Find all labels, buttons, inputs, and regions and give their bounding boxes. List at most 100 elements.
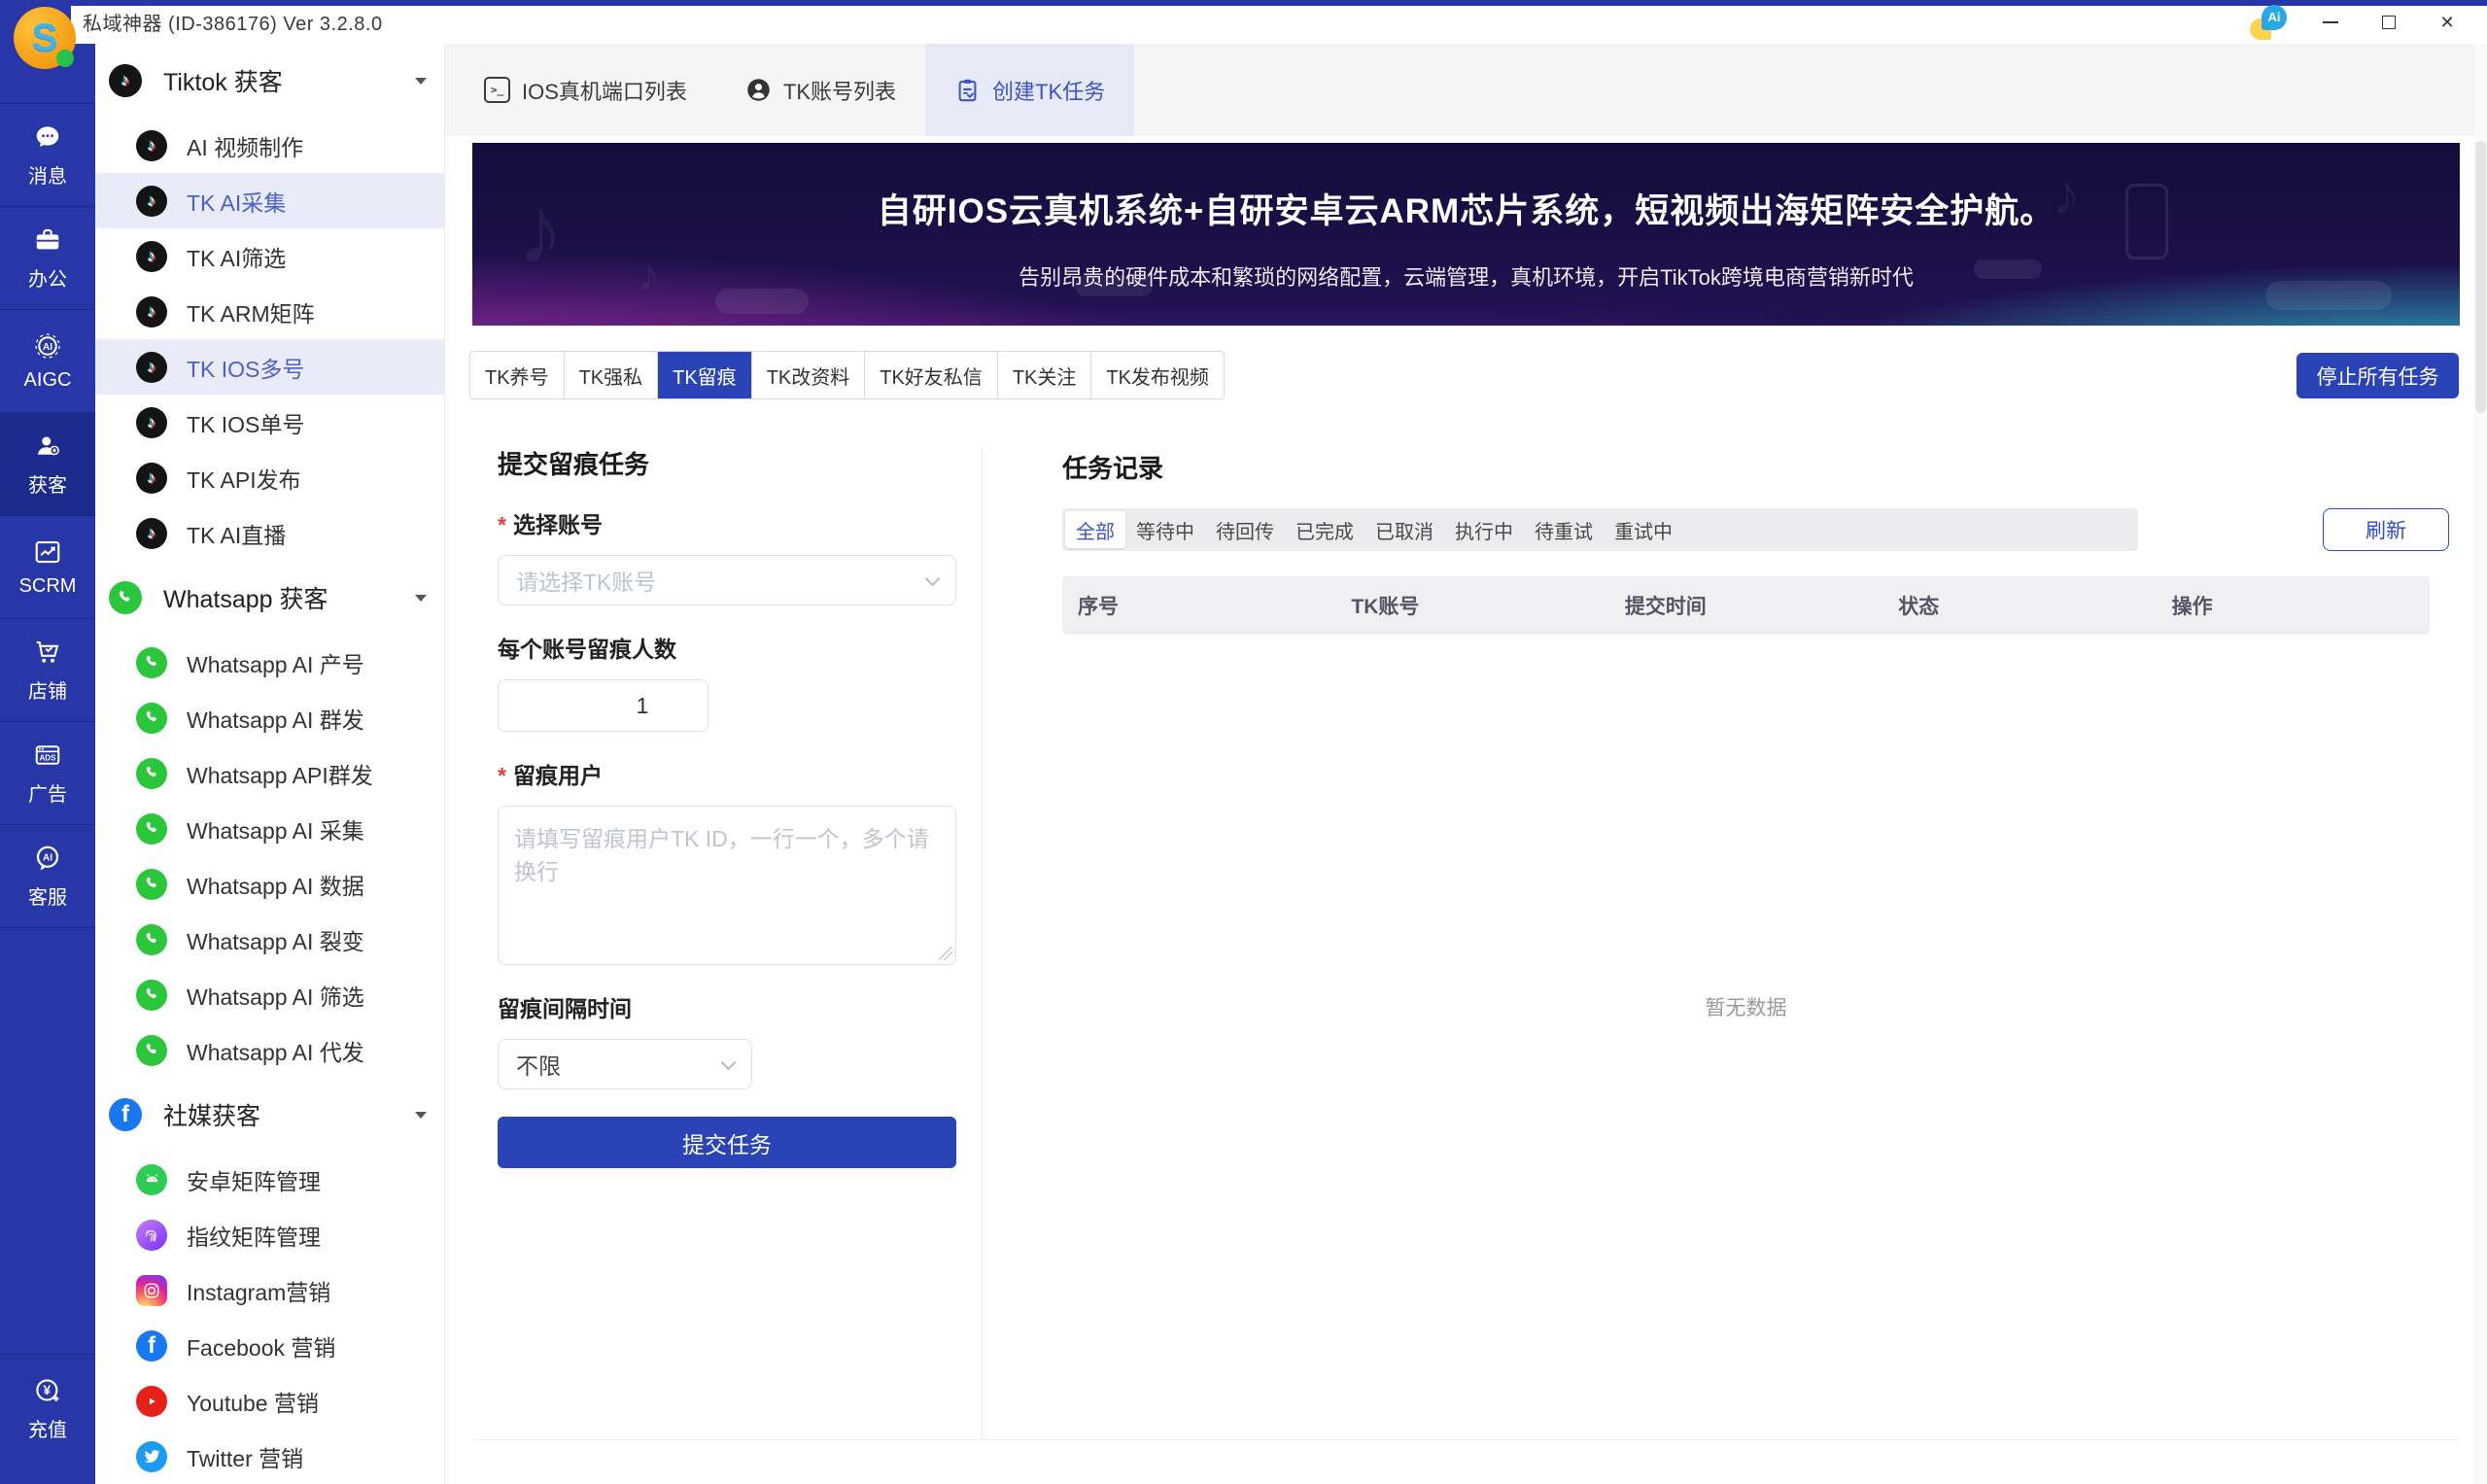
- scrollbar-track[interactable]: [2474, 44, 2487, 1484]
- rail-label: 客服: [28, 886, 67, 909]
- subtab-tk-trace[interactable]: TK留痕: [658, 352, 752, 398]
- trace-users-wrap: [498, 806, 956, 965]
- filter-pending-upload[interactable]: 待回传: [1205, 511, 1285, 548]
- rail-item-shop[interactable]: 店铺: [0, 619, 95, 722]
- select-placeholder: 请选择TK账号: [516, 569, 657, 595]
- sidebar-item-tk-ai-collect[interactable]: ♪ TK AI采集: [95, 173, 444, 228]
- filter-retrying[interactable]: 重试中: [1604, 511, 1683, 548]
- sidebar-item-tk-arm-matrix[interactable]: ♪ TK ARM矩阵: [95, 284, 444, 339]
- trace-count-input[interactable]: [499, 680, 708, 731]
- minimize-button[interactable]: [2308, 0, 2353, 44]
- sidebar-item-tk-ai-live[interactable]: ♪ TK AI直播: [95, 505, 444, 561]
- rail-label: 充值: [28, 1419, 67, 1441]
- banner-decoration: [2125, 184, 2168, 259]
- sidebar-item-label: Instagram营销: [187, 1279, 331, 1305]
- sidebar-item-twitter[interactable]: Twitter 营销: [95, 1429, 444, 1484]
- filter-all[interactable]: 全部: [1065, 511, 1125, 548]
- trace-users-textarea[interactable]: [498, 806, 956, 965]
- minimize-icon: [2323, 20, 2338, 23]
- refresh-button[interactable]: 刷新: [2323, 508, 2449, 551]
- whatsapp-icon: [136, 979, 167, 1011]
- rail-item-scrm[interactable]: SCRM: [0, 516, 95, 619]
- maximize-button[interactable]: [2366, 0, 2411, 44]
- acquire-customer-icon: [33, 431, 62, 461]
- sidebar-item-android-matrix[interactable]: 安卓矩阵管理: [95, 1152, 444, 1207]
- column-header-actions: 操作: [2171, 596, 2213, 618]
- sidebar-item-wa-data[interactable]: Whatsapp AI 数据: [95, 856, 444, 912]
- sidebar-item-label: Facebook 营销: [187, 1334, 336, 1361]
- rail-item-office[interactable]: 办公: [0, 207, 95, 310]
- rail-label: 获客: [28, 474, 67, 497]
- chart-icon: [33, 537, 62, 567]
- stop-all-tasks-button[interactable]: 停止所有任务: [2297, 353, 2459, 398]
- sidebar-item-tk-api-publish[interactable]: ♪ TK API发布: [95, 450, 444, 505]
- subtab-tk-publish-video[interactable]: TK发布视频: [1091, 352, 1224, 398]
- filter-waiting[interactable]: 等待中: [1125, 511, 1205, 548]
- filter-completed[interactable]: 已完成: [1285, 511, 1364, 548]
- sidebar-item-tk-ai-filter[interactable]: ♪ TK AI筛选: [95, 228, 444, 284]
- sidebar-item-wa-collect[interactable]: Whatsapp AI 采集: [95, 801, 444, 856]
- sidebar-item-wa-filter[interactable]: Whatsapp AI 筛选: [95, 967, 444, 1022]
- sidebar-item-wa-fission[interactable]: Whatsapp AI 裂变: [95, 912, 444, 967]
- resize-grip[interactable]: [939, 947, 952, 960]
- sidebar-item-youtube[interactable]: Youtube 营销: [95, 1373, 444, 1429]
- column-header-submit-time: 提交时间: [1624, 596, 1707, 618]
- rail-label: AIGC: [23, 368, 72, 391]
- sidebar-group-tiktok[interactable]: ♪ Tiktok 获客: [95, 44, 444, 118]
- tab-label: IOS真机端口列表: [522, 79, 687, 104]
- tiktok-icon: ♪: [136, 129, 167, 161]
- close-button[interactable]: ✕: [2425, 0, 2470, 44]
- sidebar-item-ai-video[interactable]: ♪ AI 视频制作: [95, 118, 444, 173]
- tk-account-select[interactable]: 请选择TK账号: [498, 555, 956, 605]
- rail-item-ads[interactable]: ADS 广告: [0, 722, 95, 825]
- briefcase-icon: [33, 225, 62, 255]
- filter-retry-pending[interactable]: 待重试: [1524, 511, 1604, 548]
- whatsapp-icon: [136, 646, 167, 678]
- rail-item-recharge[interactable]: ¥ 充值: [0, 1354, 95, 1463]
- tab-ios-device-ports[interactable]: >_ IOS真机端口列表: [455, 44, 716, 136]
- promo-banner: ♪ ♪ ♪ 自研IOS云真机系统+自研安卓云ARM芯片系统，短视频出海矩阵安全护…: [472, 143, 2460, 326]
- sidebar-menu: ♪ Tiktok 获客 ♪ AI 视频制作 ♪ TK AI采集 ♪ TK AI筛选 ♪…: [95, 44, 445, 1484]
- filter-cancelled[interactable]: 已取消: [1364, 511, 1444, 548]
- submit-task-button[interactable]: 提交任务: [498, 1117, 956, 1168]
- rail-item-aigc[interactable]: AI AIGC: [0, 310, 95, 413]
- facebook-icon: f: [136, 1329, 167, 1362]
- rail-item-messages[interactable]: 消息: [0, 104, 95, 207]
- tab-create-tk-task[interactable]: 创建TK任务: [925, 44, 1135, 136]
- tab-tk-accounts[interactable]: TK账号列表: [716, 44, 925, 136]
- rail-item-acquire[interactable]: 获客: [0, 413, 95, 516]
- tiktok-icon: ♪: [136, 185, 167, 217]
- task-filter-row: 全部 等待中 待回传 已完成 已取消 执行中 待重试 重试中 刷新: [1062, 508, 2449, 551]
- window-titlebar: 私域神器 (ID-386176) Ver 3.2.8.0: [71, 0, 2487, 44]
- subtab-tk-nurture[interactable]: TK养号: [470, 352, 565, 398]
- filter-running[interactable]: 执行中: [1444, 511, 1524, 548]
- shop-cart-icon: [33, 638, 62, 667]
- rail-item-service[interactable]: AI 客服: [0, 825, 95, 928]
- banner-decoration: [715, 289, 809, 314]
- sidebar-item-label: TK AI直播: [187, 522, 287, 548]
- ai-assistant-icon[interactable]: Ai: [2250, 4, 2287, 40]
- sidebar-item-tk-ios-single[interactable]: ♪ TK IOS单号: [95, 395, 444, 450]
- sidebar-item-fingerprint-matrix[interactable]: 指纹矩阵管理: [95, 1207, 444, 1262]
- subtab-tk-force-dm[interactable]: TK强私: [565, 352, 659, 398]
- sidebar-item-label: Whatsapp AI 产号: [187, 651, 364, 677]
- sidebar-group-social[interactable]: f 社媒获客: [95, 1078, 444, 1152]
- whatsapp-icon: [136, 868, 167, 900]
- subtab-tk-edit-profile[interactable]: TK改资料: [752, 352, 866, 398]
- interval-select[interactable]: 不限: [498, 1039, 752, 1089]
- sidebar-item-wa-create[interactable]: Whatsapp AI 产号: [95, 635, 444, 690]
- sidebar-item-wa-api-mass[interactable]: Whatsapp API群发: [95, 745, 444, 801]
- sidebar-item-label: Whatsapp AI 筛选: [187, 984, 364, 1010]
- sidebar-item-wa-proxy-send[interactable]: Whatsapp AI 代发: [95, 1022, 444, 1078]
- sidebar-item-tk-ios-multi[interactable]: ♪ TK IOS多号: [95, 339, 444, 395]
- required-mark: *: [498, 763, 506, 788]
- sidebar-item-facebook[interactable]: f Facebook 营销: [95, 1318, 444, 1373]
- app-title: 私域神器 (ID-386176) Ver 3.2.8.0: [83, 14, 383, 35]
- subtab-tk-follow[interactable]: TK关注: [998, 352, 1092, 398]
- sidebar-item-instagram[interactable]: Instagram营销: [95, 1262, 444, 1318]
- sidebar-item-label: 安卓矩阵管理: [187, 1168, 321, 1194]
- sidebar-group-whatsapp[interactable]: Whatsapp 获客: [95, 561, 444, 635]
- scrollbar-thumb[interactable]: [2475, 141, 2486, 413]
- sidebar-item-wa-mass-send[interactable]: Whatsapp AI 群发: [95, 690, 444, 745]
- subtab-tk-friend-dm[interactable]: TK好友私信: [865, 352, 998, 398]
